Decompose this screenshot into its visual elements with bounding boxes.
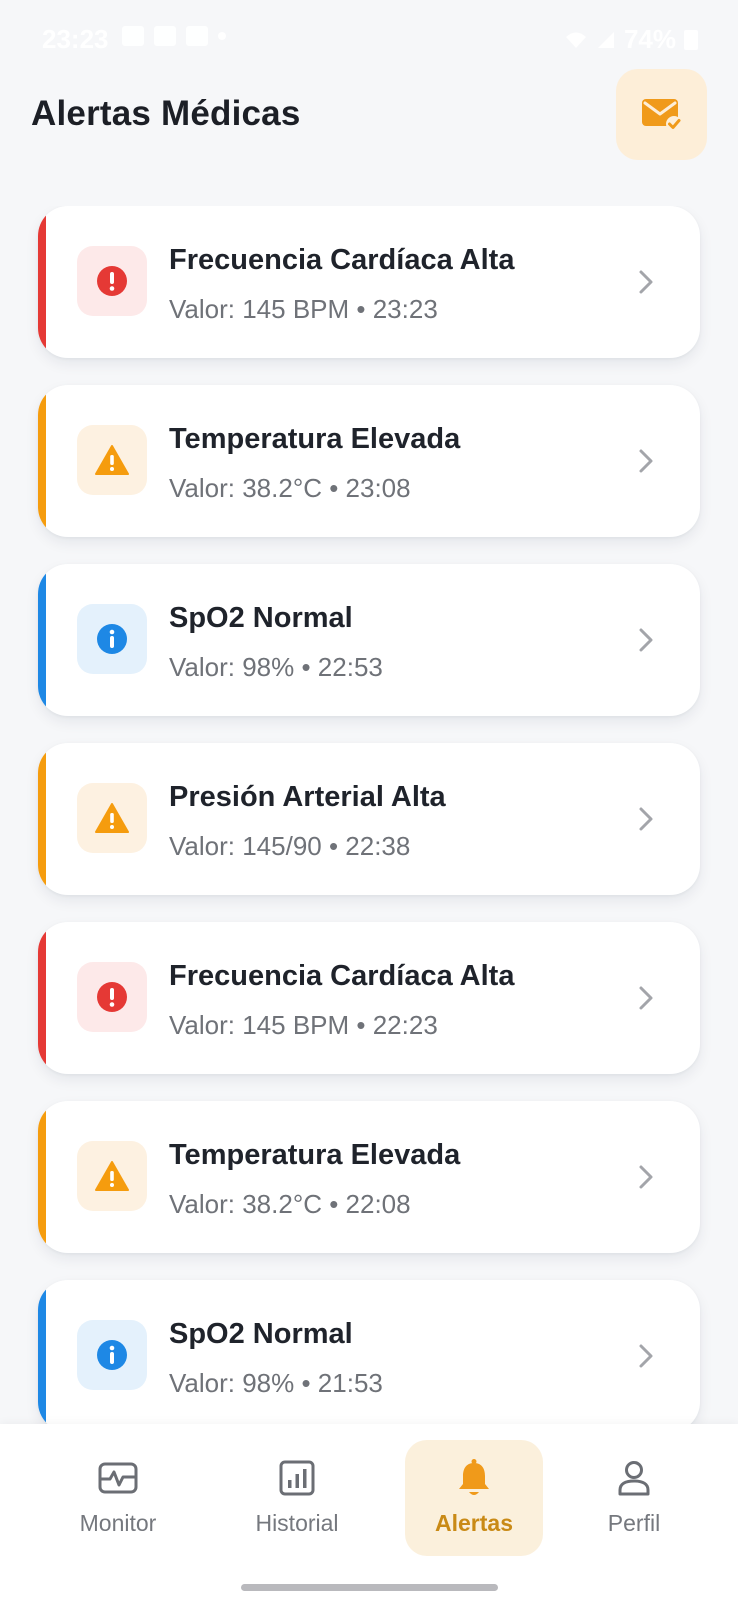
home-indicator[interactable] [241,1584,498,1591]
alert-card-info[interactable]: SpO2 Normal Valor: 98% • 22:53 [38,564,700,716]
chevron-right-icon [639,449,653,473]
user-icon [617,1458,651,1498]
status-bar: 23:23 74% [0,0,738,78]
alert-detail: Valor: 98% • 22:53 [169,652,383,682]
nav-label: Historial [255,1510,339,1536]
notification-icons [122,26,226,46]
nav-item-alertas[interactable]: Alertas [405,1440,543,1556]
alert-list: Frecuencia Cardíaca Alta Valor: 145 BPM … [0,206,738,1424]
status-right: 74% [564,24,698,55]
severity-stripe [38,385,46,537]
mark-read-button[interactable] [616,69,707,160]
alert-detail: Valor: 145/90 • 22:38 [169,831,411,861]
severity-stripe [38,564,46,716]
alert-detail: Valor: 38.2°C • 22:08 [169,1189,411,1219]
page-title: Alertas Médicas [31,94,301,133]
screen: 23:23 74% Alertas Médicas Frecuencia Car… [0,0,738,1600]
alert-title: SpO2 Normal [169,602,353,634]
bar-chart-icon [279,1458,315,1498]
chevron-right-icon [639,1344,653,1368]
info-circle-icon [96,1339,128,1371]
nav-item-historial[interactable]: Historial [228,1440,366,1556]
alert-badge [77,1320,147,1390]
mail-check-icon [641,98,682,132]
alert-card-critical[interactable]: Frecuencia Cardíaca Alta Valor: 145 BPM … [38,206,700,358]
alert-badge [77,783,147,853]
alert-detail: Valor: 145 BPM • 23:23 [169,294,438,324]
alert-title: Presión Arterial Alta [169,781,446,813]
alert-title: Frecuencia Cardíaca Alta [169,960,515,992]
wifi-icon [565,32,586,48]
alert-card-info[interactable]: SpO2 Normal Valor: 98% • 21:53 [38,1280,700,1424]
alert-title: Temperatura Elevada [169,423,461,455]
nav-item-perfil[interactable]: Perfil [565,1440,703,1556]
status-time: 23:23 [42,24,109,54]
chevron-right-icon [639,986,653,1010]
severity-stripe [38,1280,46,1424]
chevron-right-icon [639,1165,653,1189]
alert-badge [77,604,147,674]
alert-card-warning[interactable]: Presión Arterial Alta Valor: 145/90 • 22… [38,743,700,895]
cloud-icon [154,26,176,46]
alert-title: SpO2 Normal [169,1318,353,1350]
nav-label: Monitor [79,1510,157,1536]
alert-badge [77,425,147,495]
warning-triangle-icon [94,1160,130,1192]
info-circle-icon [96,623,128,655]
severity-stripe [38,743,46,895]
alert-title: Frecuencia Cardíaca Alta [169,244,515,276]
alert-card-warning[interactable]: Temperatura Elevada Valor: 38.2°C • 22:0… [38,1101,700,1253]
battery-percent: 74% [623,24,676,54]
nav-item-monitor[interactable]: Monitor [49,1440,187,1556]
chevron-right-icon [639,270,653,294]
alert-detail: Valor: 38.2°C • 23:08 [169,473,411,503]
severity-stripe [38,1101,46,1253]
nav-label: Alertas [435,1510,513,1536]
nav-label: Perfil [607,1510,661,1536]
warning-triangle-icon [94,444,130,476]
alert-card-warning[interactable]: Temperatura Elevada Valor: 38.2°C • 23:0… [38,385,700,537]
bell-icon [457,1458,491,1498]
alert-card-critical[interactable]: Frecuencia Cardíaca Alta Valor: 145 BPM … [38,922,700,1074]
dot-icon [218,32,226,40]
app-icon [186,26,208,46]
battery-icon [684,29,698,50]
alert-detail: Valor: 98% • 21:53 [169,1368,383,1398]
alert-detail: Valor: 145 BPM • 22:23 [169,1010,438,1040]
alert-badge [77,962,147,1032]
chevron-right-icon [639,807,653,831]
bottom-navigation: Monitor Historial Alertas Perfil [0,1424,738,1600]
activity-monitor-icon [97,1458,139,1498]
severity-stripe [38,922,46,1074]
warning-triangle-icon [94,802,130,834]
gallery-icon [122,26,144,46]
alert-badge [77,1141,147,1211]
severity-stripe [38,206,46,358]
alert-title: Temperatura Elevada [169,1139,461,1171]
signal-icon [597,31,614,48]
alert-badge [77,246,147,316]
chevron-right-icon [639,628,653,652]
exclamation-circle-icon [96,981,128,1013]
exclamation-circle-icon [96,265,128,297]
